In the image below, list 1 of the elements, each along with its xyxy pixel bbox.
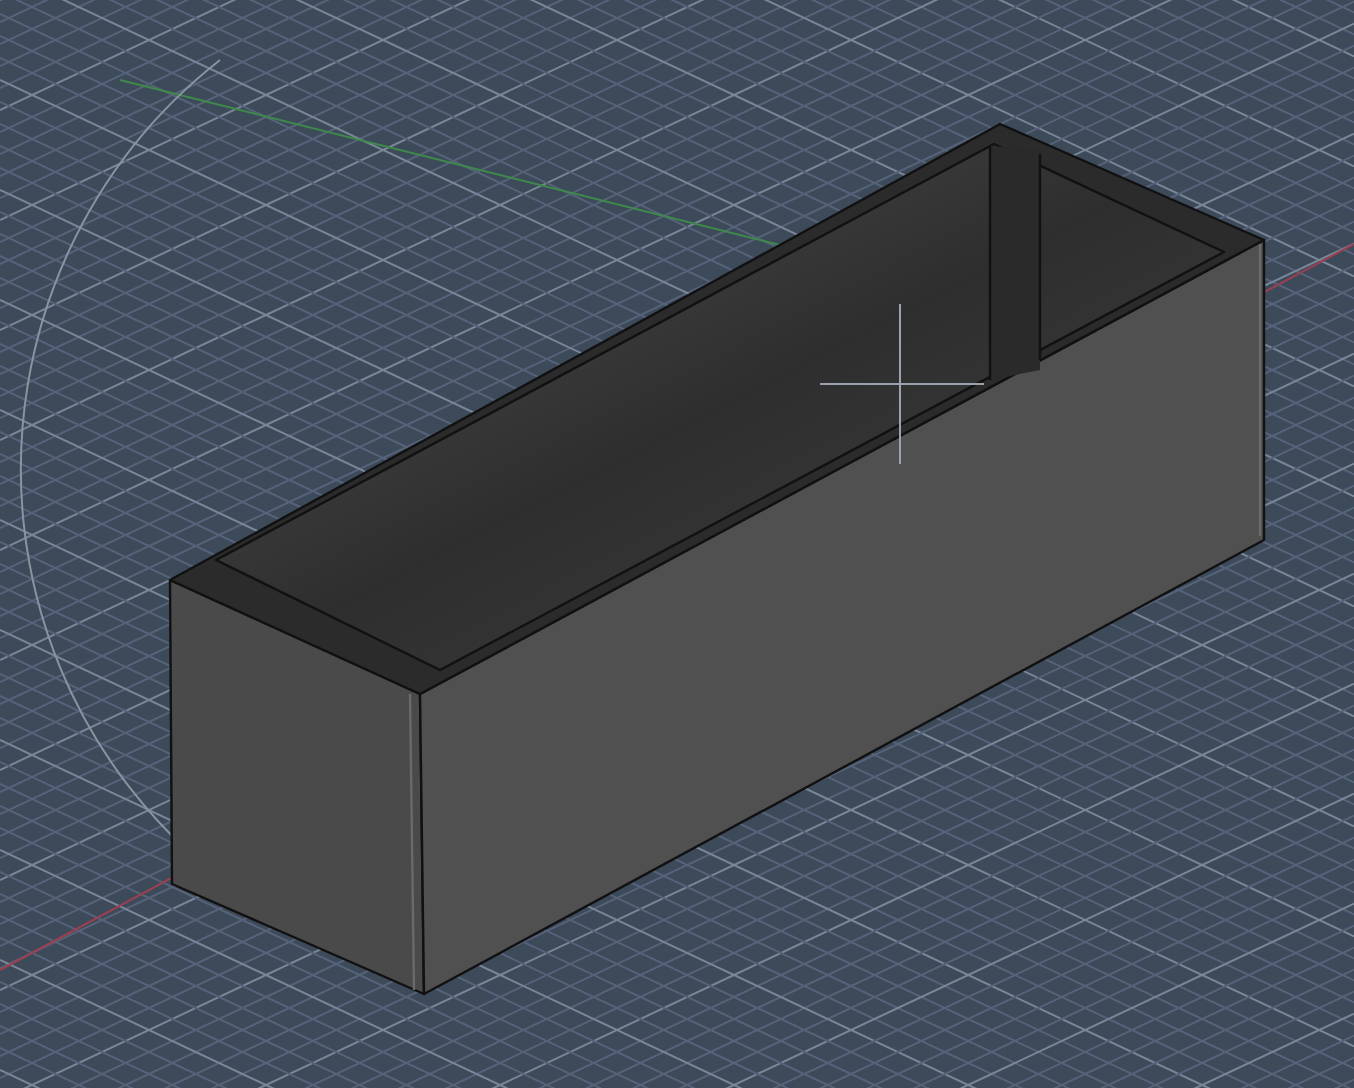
crosshair-icon — [819, 303, 985, 465]
